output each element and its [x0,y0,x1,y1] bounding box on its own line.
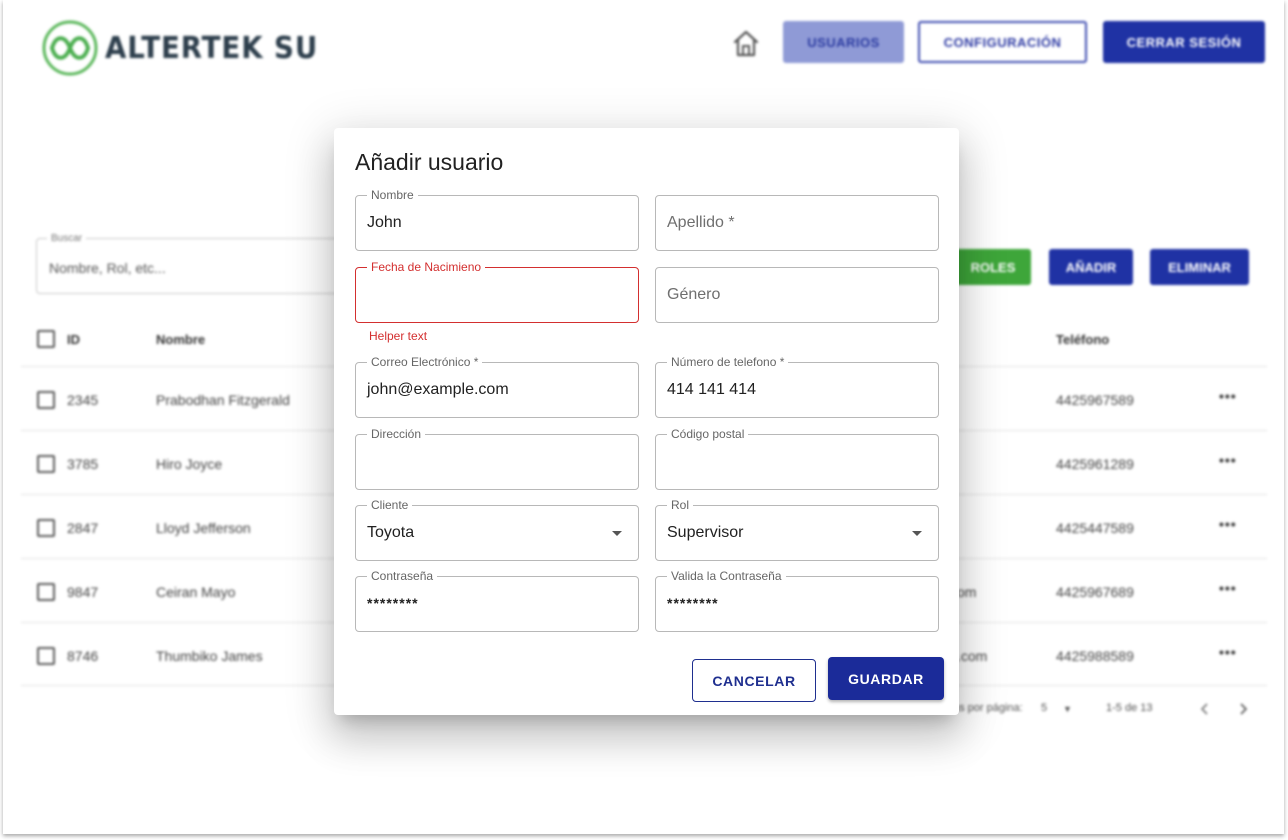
rol-label: Rol [667,498,694,512]
rows-per-page-label: as por página: [953,702,1023,714]
next-page-icon[interactable] [1237,702,1249,716]
telefono-value: 414 141 414 [667,381,756,398]
chevron-down-icon [612,531,622,536]
row-menu-icon[interactable]: ••• [1219,516,1237,532]
direccion-field[interactable]: Dirección [355,427,639,490]
cell-telefono: 4425967689 [1056,584,1134,600]
nombre-value: John [367,214,402,231]
column-header-id: ID [67,332,80,347]
chevron-down-icon [912,531,922,536]
add-button[interactable]: AÑADIR [1049,249,1133,285]
telefono-label: Número de telefono * [667,355,789,369]
genero-placeholder: Género [667,286,721,303]
apellido-placeholder: Apellido * [667,214,735,231]
row-checkbox[interactable] [37,647,55,665]
rows-per-page-caret-icon: ▼ [1063,704,1072,714]
row-menu-icon[interactable]: ••• [1219,580,1237,596]
cell-nombre: Prabodhan Fitzgerald [156,392,290,408]
email-label: Correo Electrónico * [367,355,483,369]
fecha-nacimiento-field[interactable]: Fecha de Nacimieno [355,260,639,323]
column-header-telefono: Teléfono [1056,332,1110,347]
row-checkbox[interactable] [37,583,55,601]
cell-telefono: 4425447589 [1056,520,1134,536]
rol-select[interactable]: Rol Supervisor [655,498,939,561]
logout-button[interactable]: CERRAR SESIÓN [1103,21,1265,63]
cell-nombre: Thumbiko James [156,648,263,664]
cell-email: om [957,584,977,600]
codigo-postal-label: Código postal [667,427,749,441]
direccion-label: Dirección [367,427,426,441]
cliente-value: Toyota [367,524,415,541]
search-input[interactable]: Buscar Nombre, Rol, etc... [36,233,346,294]
cell-nombre: Ceiran Mayo [156,584,236,600]
password-label: Contraseña [367,569,438,583]
cell-telefono: 4425961289 [1056,456,1134,472]
logo-mark-icon [42,20,98,76]
row-menu-icon[interactable]: ••• [1219,388,1237,404]
search-label: Buscar [47,233,87,244]
cliente-select[interactable]: Cliente Toyota [355,498,639,561]
row-checkbox[interactable] [37,455,55,473]
roles-button[interactable]: ROLES [955,249,1031,285]
nombre-label: Nombre [367,188,418,202]
rol-value: Supervisor [667,524,744,541]
home-icon [733,30,759,57]
logo: ALTERTEK SU [41,18,337,78]
cancel-button[interactable]: CANCELAR [692,659,816,702]
cell-id: 9847 [67,584,99,600]
pagination-range: 1-5 de 13 [1106,702,1153,714]
confirm-password-label: Valida la Contraseña [667,569,786,583]
cell-id: 2847 [67,520,99,536]
search-placeholder: Nombre, Rol, etc... [49,260,166,276]
delete-button[interactable]: ELIMINAR [1150,249,1249,285]
genero-field[interactable]: Género [655,267,939,323]
cell-nombre: Hiro Joyce [156,456,223,472]
save-button[interactable]: GUARDAR [828,657,944,700]
row-menu-icon[interactable]: ••• [1219,452,1237,468]
app-window: ALTERTEK SU USUARIOS CONFIGURACIÓN CERRA… [3,0,1284,834]
cell-id: 3785 [67,456,99,472]
telefono-field[interactable]: Número de telefono * 414 141 414 [655,355,939,418]
password-value: ******** [367,595,419,611]
fecha-nacimiento-label: Fecha de Nacimieno [367,260,486,274]
prev-page-icon[interactable] [1199,702,1211,716]
select-all-checkbox[interactable] [37,330,55,348]
cell-nombre: Lloyd Jefferson [156,520,251,536]
column-header-nombre: Nombre [156,332,206,347]
email-value: john@example.com [367,381,509,398]
cell-telefono: 4425967589 [1056,392,1134,408]
confirm-password-value: ******** [667,595,719,611]
row-checkbox[interactable] [37,519,55,537]
cell-id: 2345 [67,392,99,408]
cell-id: 8746 [67,648,99,664]
cell-telefono: 4425988589 [1056,648,1134,664]
row-menu-icon[interactable]: ••• [1219,644,1237,660]
nav-configuracion-button[interactable]: CONFIGURACIÓN [918,21,1087,63]
apellido-field[interactable]: Apellido * [655,195,939,251]
email-field[interactable]: Correo Electrónico * john@example.com [355,355,639,418]
nav-usuarios-button[interactable]: USUARIOS [783,21,904,63]
cliente-label: Cliente [367,498,413,512]
add-user-dialog: Añadir usuario Nombre John Apellido * Fe… [334,128,959,715]
cell-email: .com [957,648,988,664]
logo-text: ALTERTEK SU [105,30,319,66]
nombre-field[interactable]: Nombre John [355,188,639,251]
codigo-postal-field[interactable]: Código postal [655,427,939,490]
row-checkbox[interactable] [37,391,55,409]
dialog-title: Añadir usuario [355,149,504,175]
confirm-password-field[interactable]: Valida la Contraseña ******** [655,569,939,632]
home-button[interactable] [729,26,763,60]
rows-per-page-select[interactable]: 5 [1041,702,1047,714]
password-field[interactable]: Contraseña ******** [355,569,639,632]
fecha-helper-text: Helper text [369,329,428,343]
